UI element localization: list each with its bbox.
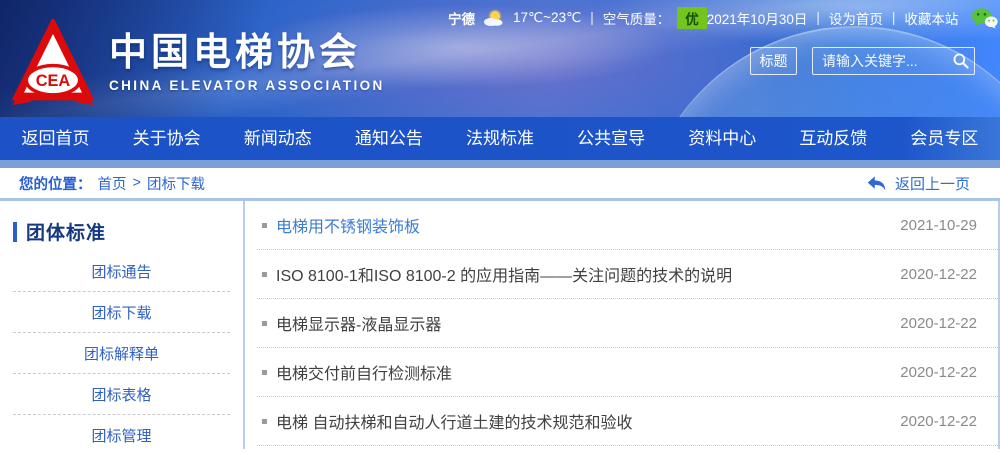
document-date: 2021-10-29 <box>900 217 977 234</box>
breadcrumb-prefix: 您的位置： <box>19 173 92 194</box>
sidebar-item-tuanbiao-biaoge[interactable]: 团标表格 <box>13 374 230 414</box>
site-banner: 宁德 17℃~23℃ | 空气质量： 优 2021年10月30日 | 设为首页 … <box>0 0 1000 117</box>
nav-item-resources[interactable]: 资料中心 <box>667 117 778 160</box>
sidebar-title-text: 团体标准 <box>26 218 106 245</box>
sidebar-item-tuanbiao-jieshidan[interactable]: 团标解释单 <box>13 333 230 373</box>
sidebar-item-tuanbiao-tonggao[interactable]: 团标通告 <box>13 251 230 291</box>
search-input[interactable] <box>813 53 948 69</box>
nav-item-about[interactable]: 关于协会 <box>111 117 222 160</box>
main-nav: 返回首页 关于协会 新闻动态 通知公告 法规标准 公共宣导 资料中心 互动反馈 … <box>0 117 1000 160</box>
list-item: 电梯交付前自行检测标准 2020-12-22 <box>257 348 998 397</box>
bullet-icon <box>262 419 267 424</box>
back-arrow-icon <box>866 173 887 194</box>
weather-city: 宁德 <box>448 8 475 28</box>
bullet-icon <box>262 223 267 228</box>
document-date: 2020-12-22 <box>900 364 977 381</box>
bullet-icon <box>262 321 267 326</box>
bullet-icon <box>262 370 267 375</box>
back-link-label: 返回上一页 <box>895 173 970 194</box>
breadcrumb-home-link[interactable]: 首页 <box>98 173 127 194</box>
search-submit-button[interactable] <box>948 48 974 74</box>
sidebar-title: 团体标准 <box>13 218 243 245</box>
document-date: 2020-12-22 <box>900 413 977 430</box>
back-to-previous-link[interactable]: 返回上一页 <box>866 173 970 194</box>
breadcrumb-separator: > <box>133 175 141 191</box>
list-item: 电梯显示器-液晶显示器 2020-12-22 <box>257 299 998 348</box>
wechat-icon[interactable] <box>971 7 998 29</box>
add-favorite-link[interactable]: 收藏本站 <box>904 8 958 28</box>
logo-text: CEA <box>36 72 71 90</box>
document-list-panel: 电梯用不锈钢装饰板 2021-10-29 ISO 8100-1和ISO 8100… <box>245 201 1000 449</box>
nav-bottom-strip <box>0 160 1000 168</box>
nav-item-members[interactable]: 会员专区 <box>889 117 1000 160</box>
breadcrumb-current[interactable]: 团标下载 <box>147 173 205 194</box>
nav-item-home[interactable]: 返回首页 <box>0 117 111 160</box>
sun-cloud-weather-icon <box>482 9 506 27</box>
sidebar-item: 团标通告 <box>13 251 230 292</box>
nav-item-standards[interactable]: 法规标准 <box>444 117 555 160</box>
breadcrumb: 您的位置： 首页 > 团标下载 <box>19 173 205 194</box>
site-name: 中国电梯协会 <box>109 33 385 75</box>
list-item: 电梯 自动扶梯和自动人行道土建的技术规范和验收 2020-12-22 <box>257 397 998 446</box>
nav-item-feedback[interactable]: 互动反馈 <box>778 117 889 160</box>
search-area: 标题 <box>750 47 975 75</box>
document-link[interactable]: 电梯用不锈钢装饰板 <box>276 213 886 237</box>
top-links: 2021年10月30日 | 设为首页 | 收藏本站 <box>707 7 999 29</box>
temperature-range: 17℃~23℃ <box>513 10 581 26</box>
sidebar-menu: 团标通告 团标下载 团标解释单 团标表格 团标管理 <box>0 251 243 452</box>
document-link[interactable]: 电梯交付前自行检测标准 <box>276 360 886 384</box>
brand-block[interactable]: CEA 中国电梯协会 CHINA ELEVATOR ASSOCIATION <box>10 19 385 107</box>
document-link[interactable]: 电梯显示器-液晶显示器 <box>276 311 886 335</box>
cea-logo: CEA <box>10 19 96 107</box>
document-link[interactable]: ISO 8100-1和ISO 8100-2 的应用指南——关注问题的技术的说明 <box>276 262 886 286</box>
bullet-icon <box>262 272 267 277</box>
sidebar-item: 团标管理 <box>13 415 230 452</box>
sidebar-item-tuanbiao-xiazai[interactable]: 团标下载 <box>13 292 230 332</box>
document-date: 2020-12-22 <box>900 266 977 283</box>
separator: | <box>590 10 594 25</box>
sidebar-item-tuanbiao-guanli[interactable]: 团标管理 <box>13 415 230 452</box>
nav-item-notices[interactable]: 通知公告 <box>333 117 444 160</box>
sidebar-item: 团标下载 <box>13 292 230 333</box>
nav-item-advocacy[interactable]: 公共宣导 <box>556 117 667 160</box>
search-category-button[interactable]: 标题 <box>750 47 797 75</box>
air-quality-label: 空气质量： <box>603 8 671 28</box>
page: 宁德 17℃~23℃ | 空气质量： 优 2021年10月30日 | 设为首页 … <box>0 0 1000 452</box>
content-area: 团体标准 团标通告 团标下载 团标解释单 团标表格 团标管理 电梯用不锈钢装饰板… <box>0 201 1000 449</box>
current-date: 2021年10月30日 <box>707 8 808 28</box>
separator: | <box>892 10 896 25</box>
document-link[interactable]: 电梯 自动扶梯和自动人行道土建的技术规范和验收 <box>276 409 886 433</box>
title-accent-bar <box>13 222 17 242</box>
air-quality-badge: 优 <box>677 7 707 29</box>
search-icon <box>952 52 970 70</box>
nav-item-news[interactable]: 新闻动态 <box>222 117 333 160</box>
set-home-link[interactable]: 设为首页 <box>829 8 883 28</box>
weather-info: 宁德 17℃~23℃ | 空气质量： 优 <box>448 7 707 29</box>
breadcrumb-bar: 您的位置： 首页 > 团标下载 返回上一页 <box>0 168 1000 201</box>
sidebar-item: 团标表格 <box>13 374 230 415</box>
list-item: 电梯用不锈钢装饰板 2021-10-29 <box>257 201 998 250</box>
search-field-wrap <box>812 47 975 75</box>
site-name-en: CHINA ELEVATOR ASSOCIATION <box>109 78 385 93</box>
brand-names: 中国电梯协会 CHINA ELEVATOR ASSOCIATION <box>109 33 385 93</box>
sidebar-item: 团标解释单 <box>13 333 230 374</box>
sidebar: 团体标准 团标通告 团标下载 团标解释单 团标表格 团标管理 <box>0 201 245 449</box>
list-item: ISO 8100-1和ISO 8100-2 的应用指南——关注问题的技术的说明 … <box>257 250 998 299</box>
document-list: 电梯用不锈钢装饰板 2021-10-29 ISO 8100-1和ISO 8100… <box>257 201 998 446</box>
document-date: 2020-12-22 <box>900 315 977 332</box>
separator: | <box>816 10 820 25</box>
